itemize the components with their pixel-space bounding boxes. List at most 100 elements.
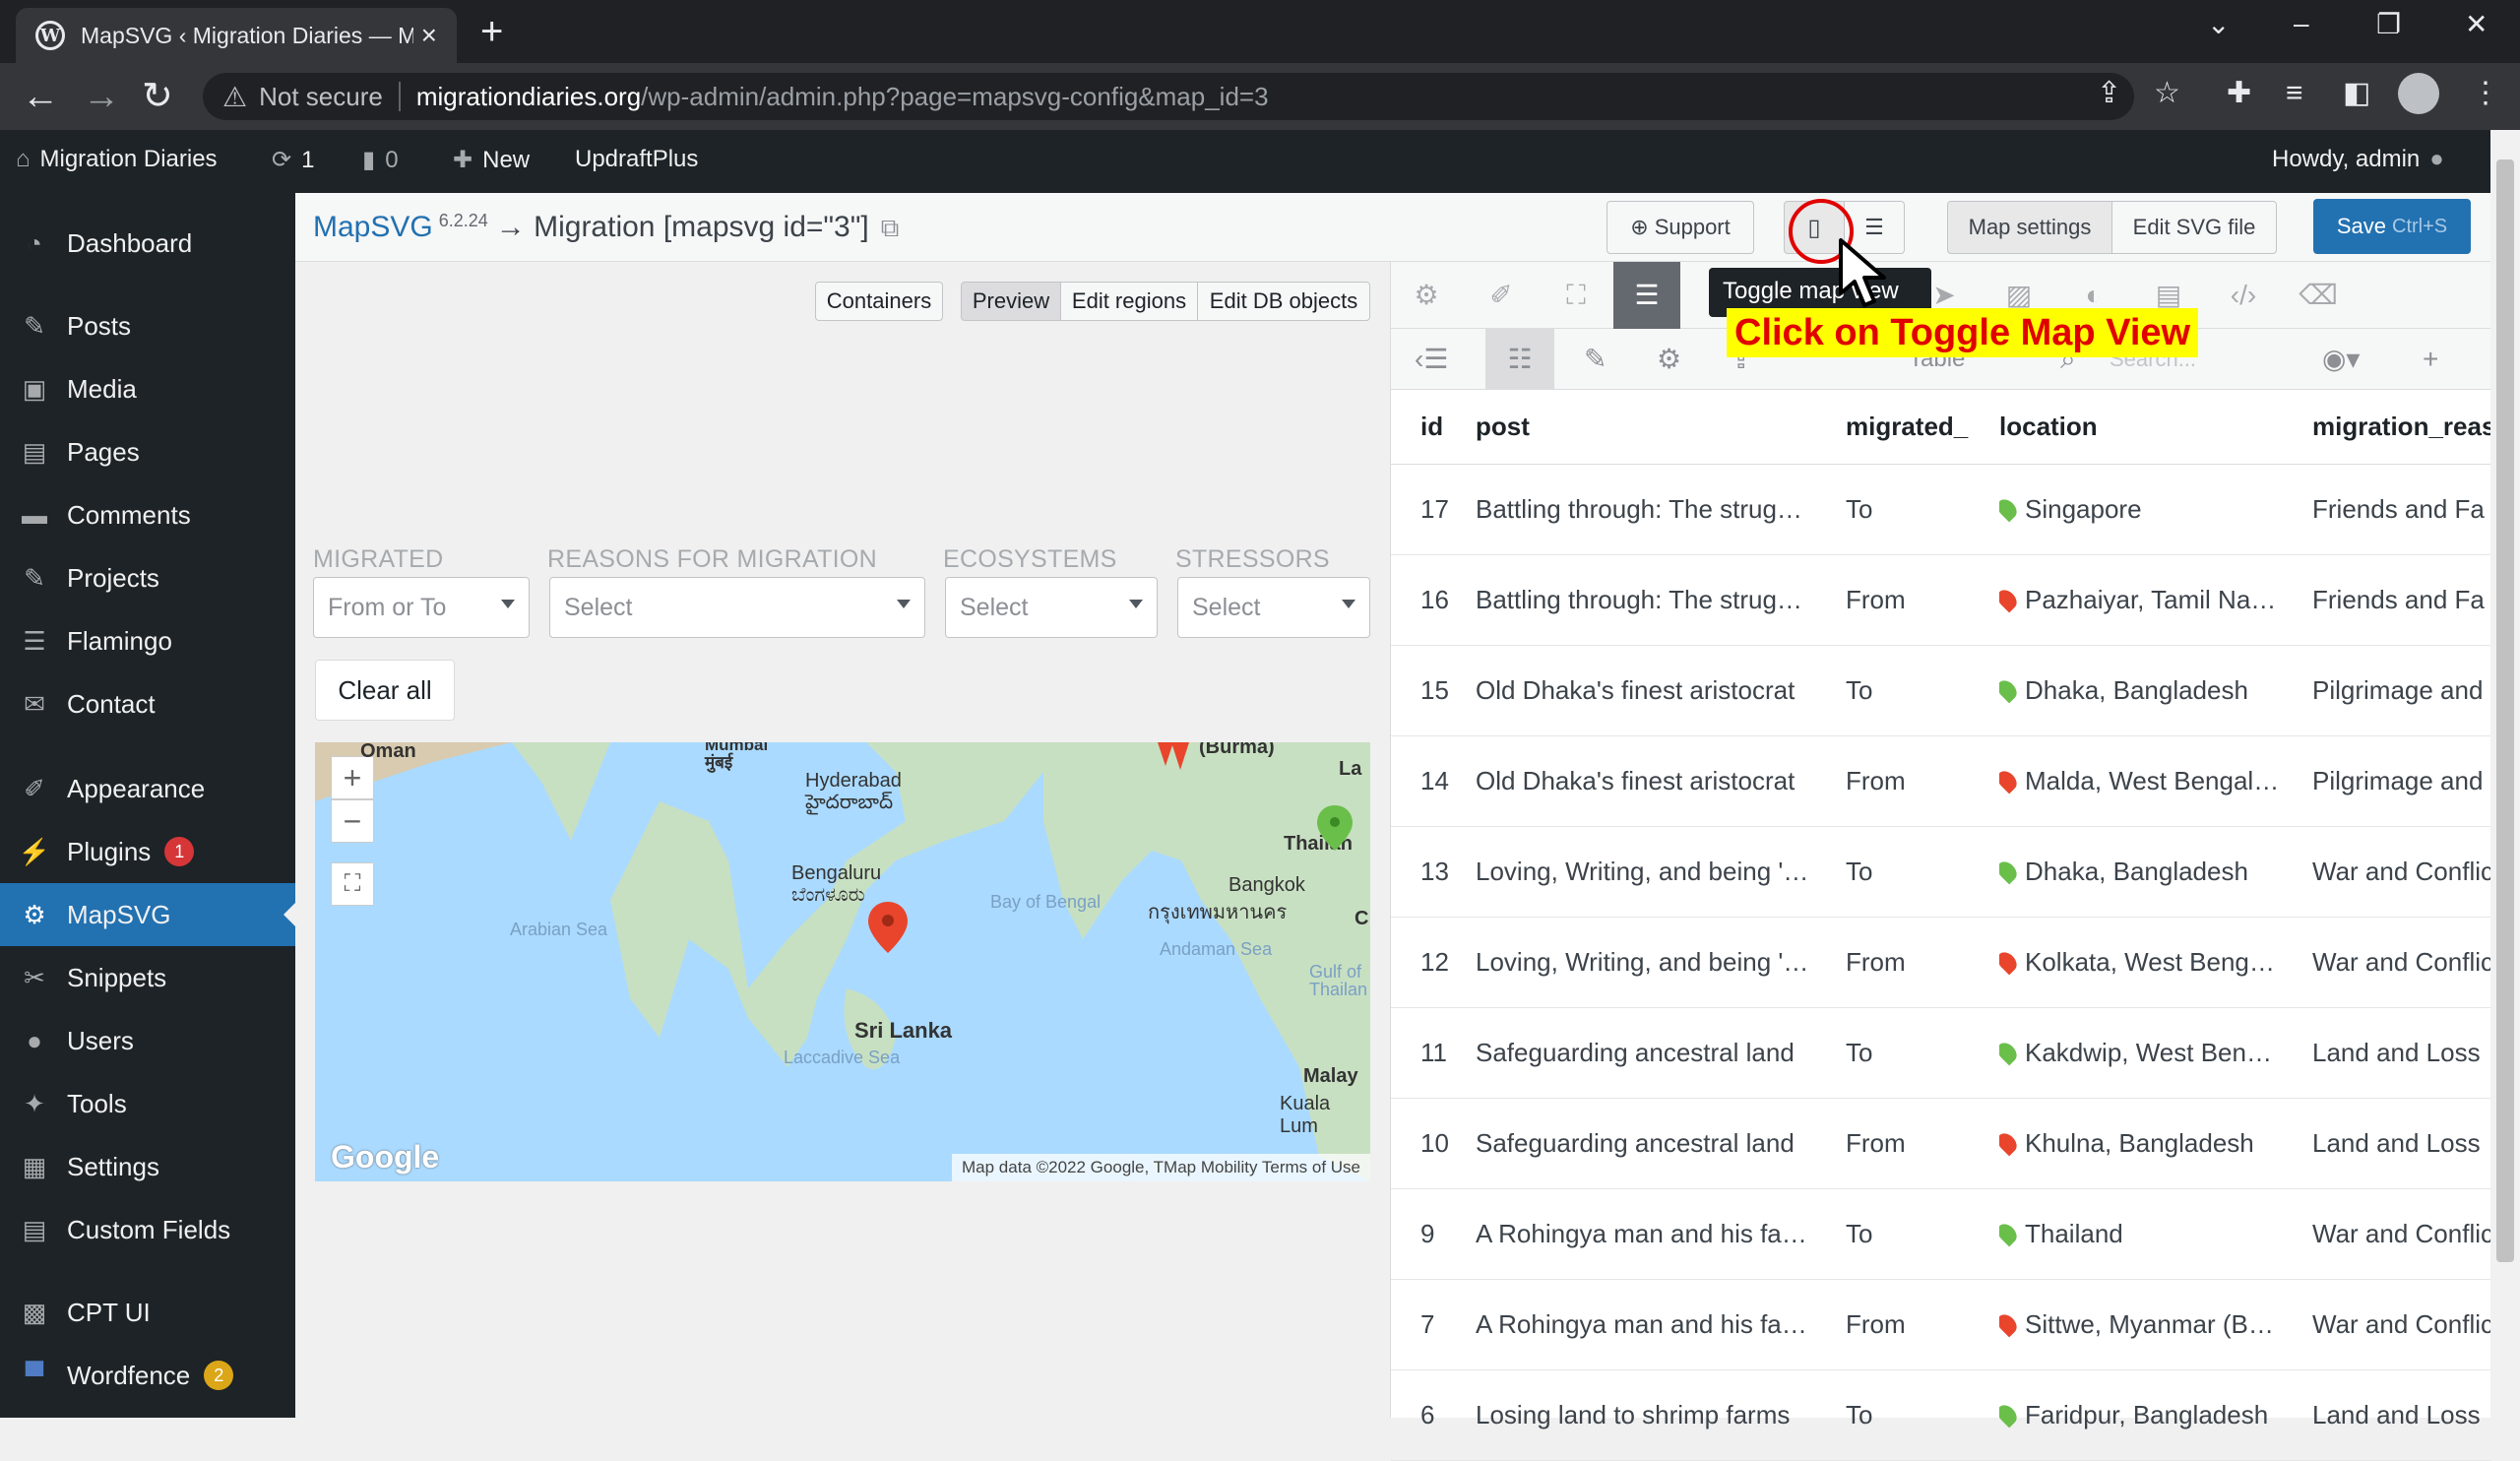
sidebar-item-mapsvg[interactable]: ⚙ MapSVG [0,883,295,946]
account-menu[interactable]: Howdy, admin ● [2272,146,2444,173]
column-header-reason[interactable]: migration_reas [2312,412,2491,442]
save-button[interactable]: Save Ctrl+S [2313,199,2471,254]
sidebar-item-settings[interactable]: ▦ Settings [0,1135,295,1198]
sidebar-item-label: Appearance [67,773,206,803]
map-settings-button[interactable]: Map settings [1947,201,2112,254]
updates-link[interactable]: ⟳ 1 [272,146,314,174]
list-view-icon[interactable]: ☷ [1485,329,1554,390]
side-panel-icon[interactable]: ◧ [2343,79,2370,108]
fullscreen-button[interactable]: ⛶ [331,862,374,906]
table-row[interactable]: 16 Battling through: The strug… From Pazhai… [1391,555,2491,646]
sidebar-item-pages[interactable]: ▤ Pages [0,420,295,483]
new-tab-button[interactable]: + [480,12,503,51]
map-marker-red-cluster[interactable] [1150,742,1197,772]
minimize-icon[interactable]: – [2294,8,2309,39]
frame-icon[interactable]: ⛶ [1556,278,1596,313]
clear-all-button[interactable]: Clear all [315,660,455,721]
page-scrollbar[interactable] [2490,130,2520,1418]
sidebar-item-dashboard[interactable]: ◔ Dashboard [0,212,295,275]
table-row[interactable]: 10 Safeguarding ancestral land From Khulna,… [1391,1099,2491,1189]
database-icon[interactable]: ☰ [1613,262,1680,329]
edit-regions-button[interactable]: Edit regions [1060,282,1198,321]
migrated-select[interactable]: From or To [313,577,530,638]
table-row[interactable]: 7 A Rohingya man and his fa… From Sittwe, M… [1391,1280,2491,1370]
cell-location: Dhaka, Bangladesh [1999,857,2295,887]
sidebar-item-contact[interactable]: ✉ Contact [0,672,295,735]
restore-icon[interactable]: ❐ [2376,8,2401,40]
map-marker-red[interactable] [868,902,908,953]
cell-location: Kolkata, West Beng… [1999,947,2295,978]
column-header-post[interactable]: post [1476,412,1530,442]
close-tab-icon[interactable]: × [421,20,437,51]
sidebar-item-plugins[interactable]: ⚡ Plugins 1 [0,820,295,883]
edit-icon[interactable]: ✎ [1584,343,1606,376]
gear-icon[interactable]: ⚙ [1407,278,1446,313]
updraftplus-link[interactable]: UpdraftPlus [575,146,698,173]
ecosystems-select[interactable]: Select [945,577,1158,638]
browser-tab[interactable]: W MapSVG ‹ Migration Diaries — M × [16,8,457,63]
sidebar-item-custom-fields[interactable]: ▤ Custom Fields [0,1198,295,1261]
settings-icon[interactable]: ⚙ [1657,343,1681,376]
edit-svg-button[interactable]: Edit SVG file [2111,201,2277,254]
mapsvg-brand-link[interactable]: MapSVG [313,211,433,244]
forward-icon[interactable]: → [83,75,120,118]
media-queue-icon[interactable]: ≡ [2286,79,2303,108]
table-row[interactable]: 14 Old Dhaka's finest aristocrat From Malda… [1391,736,2491,827]
sidebar-item-cpt-ui[interactable]: ▩ CPT UI [0,1281,295,1344]
sidebar-item-label: Flamingo [67,625,172,656]
brush-icon[interactable]: ✐ [1481,278,1521,313]
reasons-select[interactable]: Select [549,577,925,638]
column-header-location[interactable]: location [1999,412,2098,442]
support-button[interactable]: ⊕ Support [1606,201,1754,254]
preview-button[interactable]: Preview [961,282,1061,321]
eye-icon[interactable]: ◉▾ [2322,343,2361,376]
sidebar-item-users[interactable]: ● Users [0,1009,295,1072]
sidebar-item-comments[interactable]: ▬ Comments [0,483,295,546]
scrollbar-thumb[interactable] [2496,159,2514,1262]
sidebar-item-flamingo[interactable]: ☰ Flamingo [0,609,295,672]
eraser-icon[interactable]: ⌫ [2299,278,2338,313]
site-name-link[interactable]: ⌂ Migration Diaries [16,146,218,173]
containers-button[interactable]: Containers [815,282,943,321]
close-window-icon[interactable]: ✕ [2465,8,2488,40]
google-map[interactable]: + − ⛶ Oman Mumbai मुंबई Hyderabad హైదరాబ… [315,742,1370,1181]
plugins-badge: 1 [164,837,195,866]
table-row[interactable]: 13 Loving, Writing, and being '… To Dhaka, … [1391,827,2491,918]
reload-icon[interactable]: ↻ [142,75,173,118]
stressors-select[interactable]: Select [1177,577,1370,638]
zoom-out-button[interactable]: − [331,799,374,843]
sidebar-item-appearance[interactable]: ✐ Appearance [0,757,295,820]
add-icon[interactable]: + [2423,343,2438,376]
sidebar-item-wordfence[interactable]: ▀ Wordfence 2 [0,1344,295,1407]
table-row[interactable]: 12 Loving, Writing, and being '… From Kolka… [1391,918,2491,1008]
star-icon[interactable]: ☆ [2154,79,2180,108]
cell-text: Pilgrimage and [2312,766,2484,795]
sidebar-item-projects[interactable]: ✎ Projects [0,546,295,609]
comments-link[interactable]: ▮ 0 [362,146,399,174]
back-database-icon[interactable]: ‹☰ [1415,343,1448,376]
back-icon[interactable]: ← [22,75,59,118]
chevron-down-icon[interactable]: ⌄ [2207,8,2230,40]
copy-icon[interactable]: ⧉ [881,213,900,244]
map-marker-green[interactable] [1317,805,1353,851]
new-content-link[interactable]: ✚ New [453,146,530,174]
edit-db-objects-button[interactable]: Edit DB objects [1197,282,1370,321]
table-row[interactable]: 9 A Rohingya man and his fa… To Thailand War… [1391,1189,2491,1280]
code-icon[interactable]: ‹/› [2224,278,2263,313]
sidebar-item-tools[interactable]: ✦ Tools [0,1072,295,1135]
column-header-migrated[interactable]: migrated_ [1846,412,1968,442]
profile-avatar[interactable] [2398,73,2439,114]
table-row[interactable]: 17 Battling through: The strug… To Singapor… [1391,465,2491,555]
table-row[interactable]: 15 Old Dhaka's finest aristocrat To Dhaka, … [1391,646,2491,736]
sidebar-item-posts[interactable]: ✎ Posts [0,294,295,357]
extensions-icon[interactable]: ✚ [2227,79,2251,108]
menu-icon[interactable]: ⋮ [2471,79,2500,108]
sidebar-item-media[interactable]: ▣ Media [0,357,295,420]
column-header-id[interactable]: id [1420,412,1443,442]
table-row[interactable]: 11 Safeguarding ancestral land To Kakdwip, … [1391,1008,2491,1099]
sidebar-item-snippets[interactable]: ✂ Snippets [0,946,295,1009]
map-attribution[interactable]: Map data ©2022 Google, TMap Mobility Ter… [952,1154,1370,1181]
address-bar[interactable]: ⚠ Not secure migrationdiaries.org /wp-ad… [203,73,2134,120]
table-row[interactable]: 6 Losing land to shrimp farms To Faridpur, … [1391,1370,2491,1461]
share-icon[interactable]: ⇪ [2097,79,2121,108]
